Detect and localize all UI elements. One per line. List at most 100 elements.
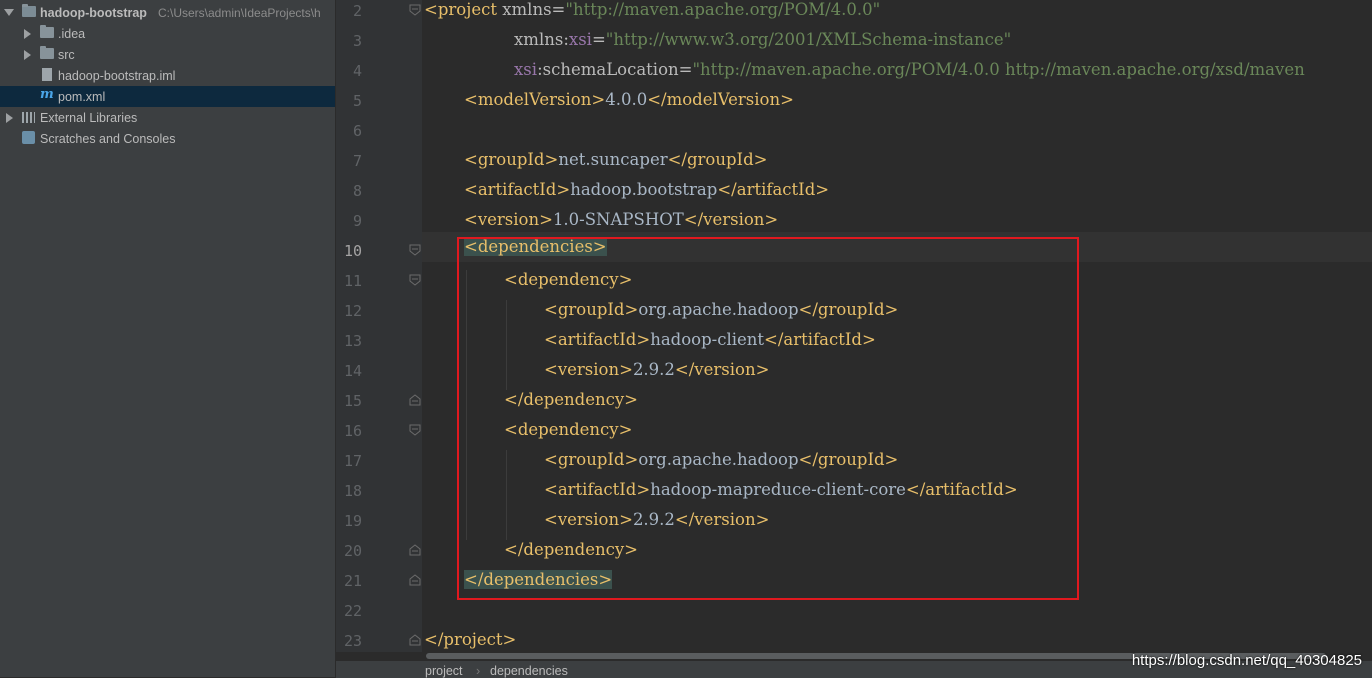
tree-item-external-libraries[interactable]: External Libraries xyxy=(0,107,335,128)
xml-value: "http://maven.apache.org/POM/4.0.0 http:… xyxy=(692,60,1305,79)
collapse-arrow-icon[interactable] xyxy=(6,113,13,123)
code-line-23: </project> xyxy=(424,625,1372,655)
line-number: 19 xyxy=(343,512,362,530)
tree-item-iml[interactable]: hadoop-bootstrap.iml xyxy=(0,65,335,86)
xml-tag: <artifactId> xyxy=(464,180,571,199)
xml-tag: </modelVersion> xyxy=(647,90,794,109)
line-number: 17 xyxy=(343,452,362,470)
xml-tag: </dependency> xyxy=(504,390,639,409)
xml-text: hadoop.bootstrap xyxy=(570,180,718,199)
line-number-current: 10 xyxy=(343,242,362,260)
xml-text: hadoop-client xyxy=(650,330,765,349)
xml-text: org.apache.hadoop xyxy=(638,450,799,469)
line-number: 4 xyxy=(352,62,362,80)
code-line-10: <dependencies> xyxy=(422,232,1372,262)
code-line-13: <artifactId>hadoop-client</artifactId> xyxy=(544,325,1372,355)
xml-attr: = xyxy=(591,30,606,49)
line-number: 11 xyxy=(343,272,362,290)
tree-item-label: src xyxy=(58,47,75,62)
code-line-3: xmlns:xsi="http://www.w3.org/2001/XMLSch… xyxy=(514,25,1372,55)
xml-tag: </dependency> xyxy=(504,540,639,559)
fold-open-icon[interactable] xyxy=(409,244,421,256)
xml-tag: <version> xyxy=(544,360,633,379)
line-number: 3 xyxy=(352,32,362,50)
tree-item-idea[interactable]: .idea xyxy=(0,23,335,44)
xml-attr: xmlns= xyxy=(496,0,566,19)
fold-close-icon[interactable] xyxy=(409,544,421,556)
xml-attr: :schemaLocation= xyxy=(537,60,693,79)
xml-text: net.suncaper xyxy=(558,150,668,169)
collapse-arrow-icon[interactable] xyxy=(24,29,31,39)
fold-open-icon[interactable] xyxy=(409,274,421,286)
line-number: 13 xyxy=(343,332,362,350)
code-line-4: xsi:schemaLocation="http://maven.apache.… xyxy=(514,55,1372,85)
xml-namespace: xsi xyxy=(514,60,538,79)
line-number: 18 xyxy=(343,482,362,500)
scratches-icon xyxy=(22,131,35,144)
xml-text: 1.0-SNAPSHOT xyxy=(552,210,684,229)
breadcrumb-item-dependencies[interactable]: dependencies xyxy=(490,664,568,678)
library-icon xyxy=(22,112,35,123)
line-number: 21 xyxy=(343,572,362,590)
xml-text: 2.9.2 xyxy=(632,510,675,529)
xml-tag: </version> xyxy=(674,510,770,529)
xml-tag: <version> xyxy=(544,510,633,529)
xml-tag: <artifactId> xyxy=(544,480,651,499)
tree-item-src[interactable]: src xyxy=(0,44,335,65)
tree-root-hadoop-bootstrap[interactable]: hadoop-bootstrap C:\Users\admin\IdeaProj… xyxy=(0,2,335,23)
xml-tag: </artifactId> xyxy=(764,330,876,349)
editor-gutter[interactable]: 2 3 4 5 6 7 8 9 10 11 12 13 14 15 16 17 … xyxy=(336,0,422,660)
collapse-arrow-icon[interactable] xyxy=(24,50,31,60)
fold-close-icon[interactable] xyxy=(409,634,421,646)
xml-namespace: xsi xyxy=(568,30,592,49)
folder-icon xyxy=(40,25,54,38)
xml-tag: <project xyxy=(424,0,497,19)
fold-close-icon[interactable] xyxy=(409,574,421,586)
expand-arrow-icon[interactable] xyxy=(4,9,14,16)
code-line-21: </dependencies> xyxy=(464,565,1372,595)
line-number: 20 xyxy=(343,542,362,560)
line-number: 7 xyxy=(352,152,362,170)
line-number: 8 xyxy=(352,182,362,200)
tree-item-label: .idea xyxy=(58,26,86,41)
fold-open-icon[interactable] xyxy=(409,4,421,16)
xml-tag: <dependency> xyxy=(504,270,633,289)
xml-text: 4.0.0 xyxy=(605,90,648,109)
code-line-15: </dependency> xyxy=(504,385,1372,415)
tree-item-pom[interactable]: m pom.xml xyxy=(0,86,335,107)
xml-tag: </groupId> xyxy=(798,450,899,469)
code-line-17: <groupId>org.apache.hadoop</groupId> xyxy=(544,445,1372,475)
xml-tag: </version> xyxy=(683,210,779,229)
xml-value: "http://www.w3.org/2001/XMLSchema-instan… xyxy=(605,30,1012,49)
xml-tag: </artifactId> xyxy=(717,180,830,199)
line-number: 12 xyxy=(343,302,362,320)
tree-item-label: hadoop-bootstrap.iml xyxy=(58,68,176,83)
line-number: 5 xyxy=(352,92,362,110)
xml-tag: </artifactId> xyxy=(905,480,1018,499)
code-editor[interactable]: <project xmlns="http://maven.apache.org/… xyxy=(422,0,1372,660)
code-line-9: <version>1.0-SNAPSHOT</version> xyxy=(464,205,1372,235)
code-line-18: <artifactId>hadoop-mapreduce-client-core… xyxy=(544,475,1372,505)
code-line-20: </dependency> xyxy=(504,535,1372,565)
xml-attr: xmlns: xyxy=(514,30,569,49)
xml-tag-matched: <dependencies> xyxy=(464,237,607,256)
root-name: hadoop-bootstrap xyxy=(40,5,147,20)
fold-close-icon[interactable] xyxy=(409,394,421,406)
module-folder-icon xyxy=(22,4,36,17)
xml-tag: <groupId> xyxy=(544,300,639,319)
code-line-2: <project xmlns="http://maven.apache.org/… xyxy=(424,0,1372,25)
xml-tag: <artifactId> xyxy=(544,330,651,349)
tree-item-scratches[interactable]: Scratches and Consoles xyxy=(0,128,335,149)
breadcrumb-item-project[interactable]: project xyxy=(425,664,463,678)
xml-text: hadoop-mapreduce-client-core xyxy=(650,480,906,499)
tree-item-label: pom.xml xyxy=(58,89,106,104)
xml-tag: </groupId> xyxy=(667,150,768,169)
code-line-7: <groupId>net.suncaper</groupId> xyxy=(464,145,1372,175)
line-number: 14 xyxy=(343,362,362,380)
xml-value: "http://maven.apache.org/POM/4.0.0" xyxy=(565,0,881,19)
watermark: https://blog.csdn.net/qq_40304825 xyxy=(1131,652,1362,669)
line-number: 9 xyxy=(352,212,362,230)
fold-open-icon[interactable] xyxy=(409,424,421,436)
xml-tag: <groupId> xyxy=(544,450,639,469)
xml-tag: </groupId> xyxy=(798,300,899,319)
